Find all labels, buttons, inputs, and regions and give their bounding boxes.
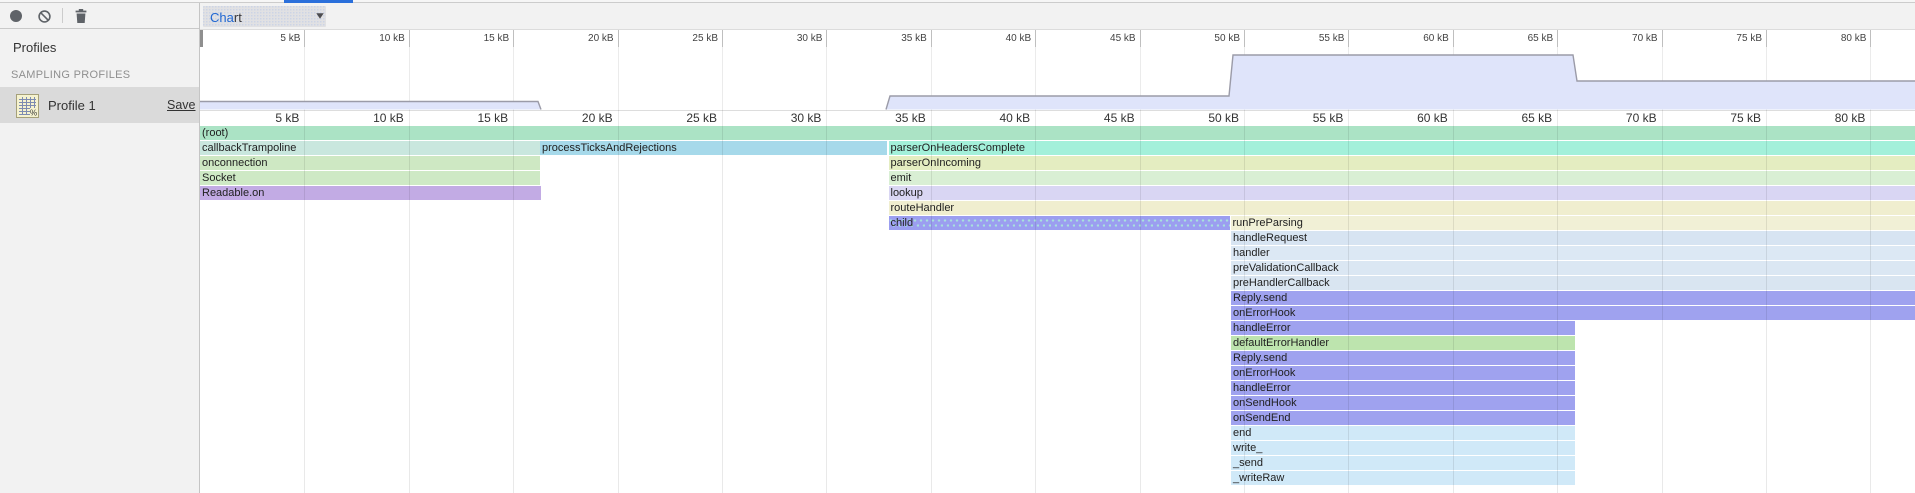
svg-text:%: % xyxy=(30,109,37,118)
